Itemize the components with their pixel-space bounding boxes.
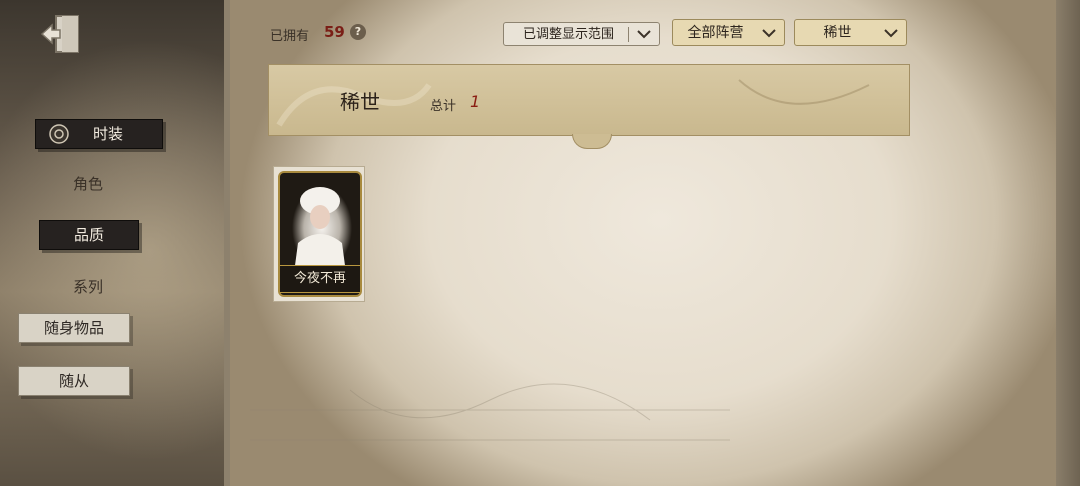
sidebar-item-character[interactable]: 角色 [40,170,136,198]
tab-followers[interactable]: 随从 [18,366,130,396]
dropdown-label: 稀世 [823,25,852,41]
chevron-down-icon [637,30,651,39]
quality-dropdown[interactable]: 稀世 [794,19,907,46]
owned-label: 已拥有 [270,29,310,44]
chevron-down-icon [884,29,898,38]
display-range-dropdown[interactable]: 已调整显示范围 [503,22,660,46]
exit-door-icon[interactable] [38,10,86,58]
page-edge [1056,0,1080,486]
sidebar-item-label: 角色 [72,175,103,193]
card-name: 今夜不再 [280,265,360,293]
banner-title: 稀世 [340,90,380,114]
dropdown-label: 全部阵营 [687,25,744,41]
sidebar-item-label: 时装 [92,125,123,143]
sidebar-item-quality[interactable]: 品质 [39,220,139,250]
owned-count: 59 [324,23,345,41]
dropdown-label: 已调整显示范围 [522,27,614,42]
total-label: 总计 [430,99,457,114]
tab-label: 随身物品 [43,319,104,337]
badge-emblem-icon [49,124,69,144]
sidebar-item-series[interactable]: 系列 [40,273,136,301]
faction-dropdown[interactable]: 全部阵营 [672,19,785,46]
total-value: 1 [470,92,481,111]
sidebar-item-label: 品质 [73,226,104,244]
tab-accessories[interactable]: 随身物品 [18,313,130,343]
sidebar-item-fashion[interactable]: 时装 [35,119,163,149]
tab-label: 随从 [58,372,89,390]
dropdown-divider [628,27,629,42]
chevron-down-icon [762,29,776,38]
costume-card[interactable]: 今夜不再 [273,166,365,302]
sidebar-item-label: 系列 [72,278,103,296]
page-decoration [250,383,730,441]
help-icon[interactable]: ? [350,24,366,40]
